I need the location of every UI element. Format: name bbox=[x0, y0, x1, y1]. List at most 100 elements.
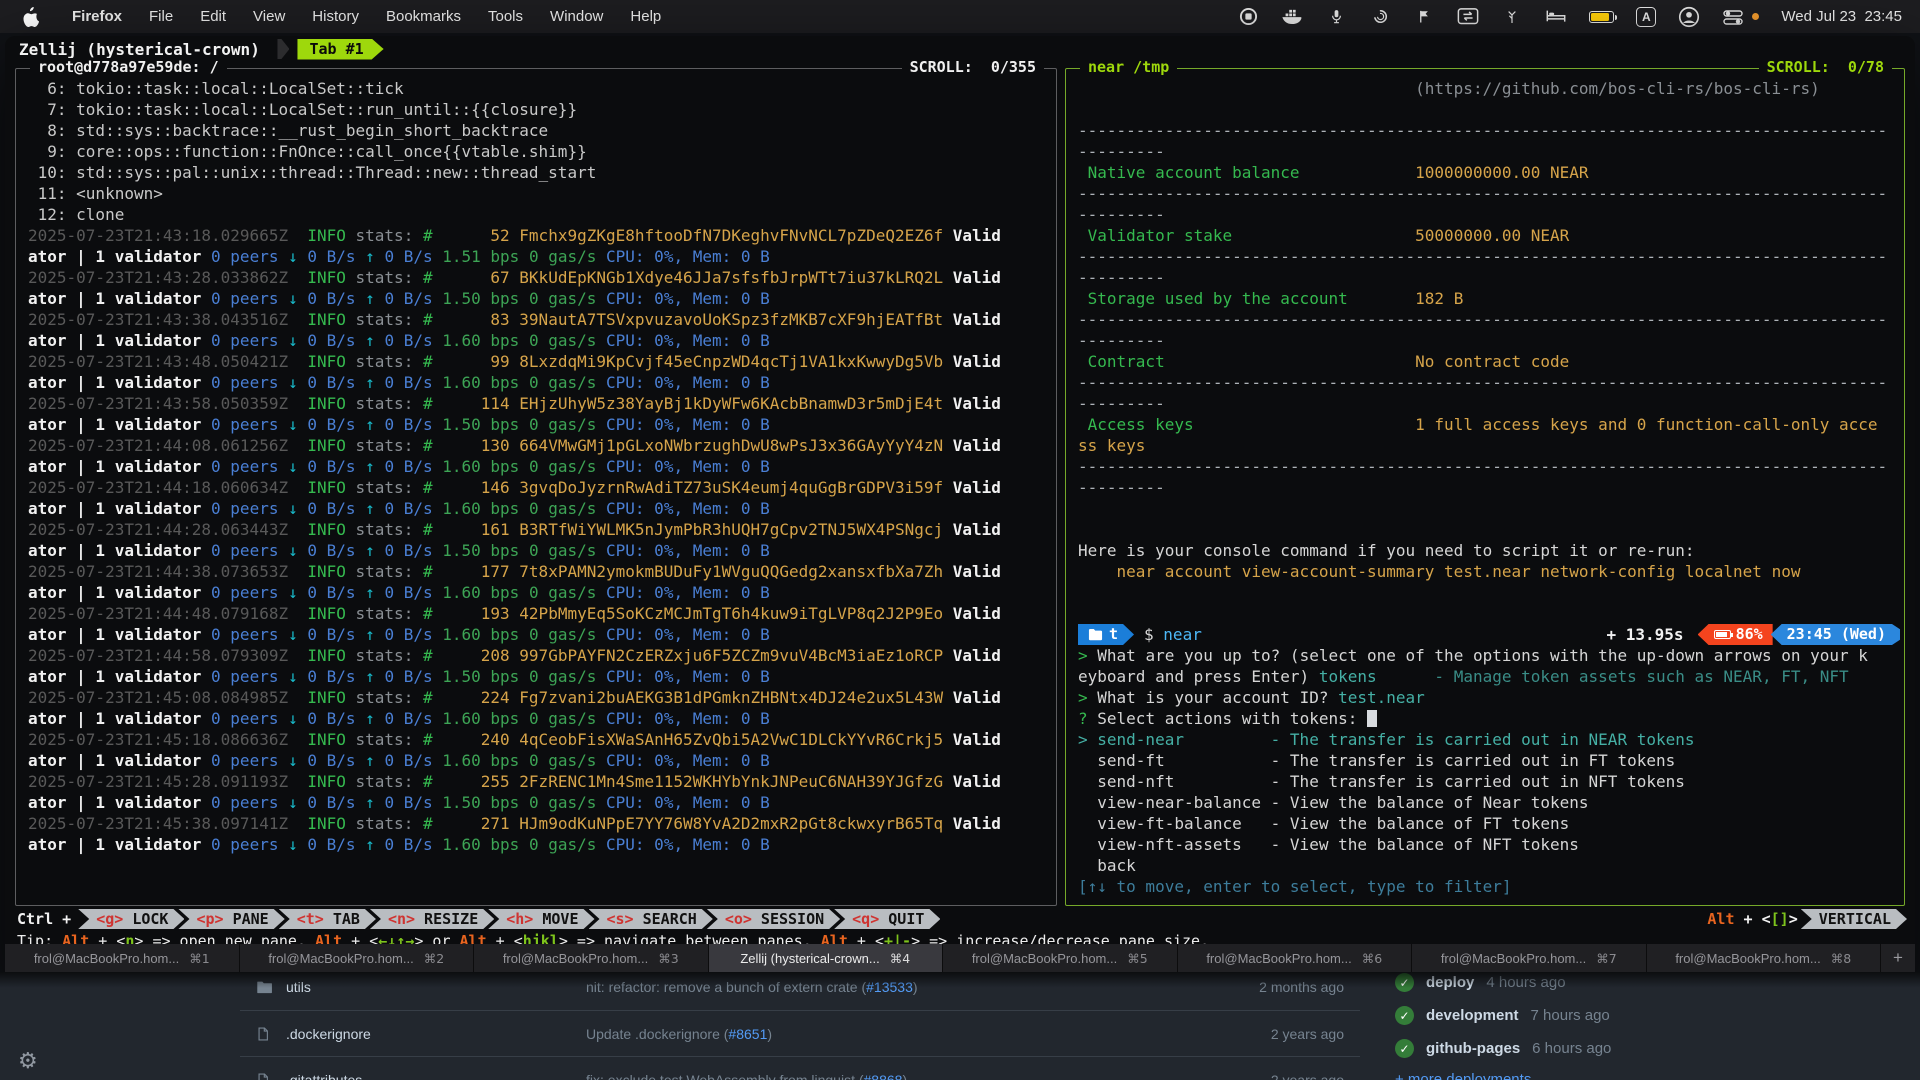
keybind-label: SEARCH bbox=[634, 910, 697, 928]
menu-bar-clock[interactable]: Wed Jul 23 23:45 bbox=[1781, 8, 1902, 25]
file-row-utils[interactable]: utilsnit: refactor: remove a bunch of ex… bbox=[240, 964, 1360, 1010]
text-segment: Valid bbox=[953, 226, 1001, 245]
text-segment: stats: bbox=[346, 394, 423, 413]
option-row-send-ft[interactable]: send-ft - The transfer is carried out in… bbox=[1078, 750, 1900, 771]
menu-item-history[interactable]: History bbox=[312, 8, 359, 25]
commit-text-suffix: ) bbox=[902, 1072, 907, 1080]
text-segment: 99 8LxzdqMi9KpCvjf45eCnpzWD4qcTj1VA1kxKw… bbox=[433, 352, 953, 371]
menu-item-help[interactable]: Help bbox=[630, 8, 661, 25]
deployment-age: 4 hours ago bbox=[1486, 974, 1565, 991]
text-segment: 0 gas/s bbox=[529, 457, 606, 476]
file-name[interactable]: .dockerignore bbox=[286, 1026, 586, 1042]
more-deployments-link[interactable]: + more deployments bbox=[1395, 1071, 1531, 1080]
text-segment: 1.50 bps bbox=[442, 793, 529, 812]
docker-icon[interactable] bbox=[1281, 7, 1303, 27]
text-segment: 2025-07-23T21:44:18.060634Z bbox=[28, 478, 288, 497]
text-segment: stats: bbox=[346, 646, 423, 665]
ctrl-prefix: Ctrl + bbox=[17, 910, 80, 928]
file-row-.gitattributes[interactable]: .gitattributesfix: exclude test WebAssem… bbox=[240, 1056, 1360, 1080]
menu-item-tools[interactable]: Tools bbox=[488, 8, 523, 25]
text-segment: ator | 1 validator bbox=[28, 415, 211, 434]
option-row-back[interactable]: back bbox=[1078, 855, 1900, 876]
text-segment: 1.50 bps bbox=[442, 289, 529, 308]
text-segment: 177 7t8xPAMN2ymokmBUDuFy1WVguQQGedg2xans… bbox=[433, 562, 953, 581]
deployment-env[interactable]: deploy bbox=[1426, 974, 1474, 991]
text-segment: # bbox=[423, 436, 433, 455]
deployment-env[interactable]: development bbox=[1426, 1007, 1519, 1024]
zellij-tab-1[interactable]: Tab #1 bbox=[297, 39, 383, 60]
file-name[interactable]: utils bbox=[286, 979, 586, 995]
text-segment: 0 peers bbox=[211, 751, 288, 770]
browser-window: utilsnit: refactor: remove a bunch of ex… bbox=[0, 972, 1920, 1080]
log-line: 2025-07-23T21:44:08.061256Z INFO stats: … bbox=[28, 435, 1052, 456]
user-account-icon[interactable] bbox=[1678, 7, 1700, 27]
record-icon[interactable] bbox=[1237, 7, 1259, 27]
text-segment: 1.60 bps bbox=[442, 499, 529, 518]
commit-pr-link[interactable]: #8868 bbox=[864, 1072, 903, 1080]
text-segment: 0 gas/s bbox=[529, 247, 606, 266]
battery-icon[interactable] bbox=[1589, 11, 1614, 23]
pane-validator-logs[interactable]: root@d778a97e59de: / SCROLL: 0/355 6: to… bbox=[15, 68, 1057, 906]
deployment-row-github-pages[interactable]: ✓github-pages6 hours ago bbox=[1395, 1032, 1875, 1065]
text-segment: 0 gas/s bbox=[529, 583, 606, 602]
keybind-label: TAB bbox=[324, 910, 360, 928]
trace-line: 9: core::ops::function::FnOnce::call_onc… bbox=[28, 141, 1052, 162]
key-letter: <q> bbox=[852, 910, 879, 928]
keybind-segment-pane: <p> PANE bbox=[178, 909, 284, 929]
new-tab-button[interactable]: + bbox=[1881, 944, 1915, 972]
file-name[interactable]: .gitattributes bbox=[286, 1072, 586, 1080]
text-segment: # bbox=[423, 772, 433, 791]
menu-item-bookmarks[interactable]: Bookmarks bbox=[386, 8, 461, 25]
commit-pr-link[interactable]: #13533 bbox=[866, 979, 913, 995]
text-segment: 0 peers bbox=[211, 835, 288, 854]
prompt-command[interactable]: near bbox=[1163, 624, 1202, 645]
text-segment: 0 gas/s bbox=[529, 625, 606, 644]
flag-icon[interactable] bbox=[1413, 7, 1435, 27]
text-segment: What is your account ID? bbox=[1088, 688, 1338, 707]
scroll-indicator: SCROLL: 0/78 bbox=[1759, 58, 1892, 76]
branch-icon[interactable] bbox=[1501, 7, 1523, 27]
terminal-tab-1[interactable]: frol@MacBookPro.hom...⌘1 bbox=[5, 944, 240, 972]
option-row-view-nft-assets[interactable]: view-nft-assets - View the balance of NF… bbox=[1078, 834, 1900, 855]
text-segment: ↓ bbox=[288, 541, 298, 560]
text-segment: 182 B bbox=[1415, 289, 1463, 308]
terminal-tab-label: frol@MacBookPro.hom... bbox=[1441, 951, 1586, 966]
terminal-tab-shortcut: ⌘7 bbox=[1596, 951, 1616, 966]
trace-line: 10: std::sys::pal::unix::thread::Thread:… bbox=[28, 162, 1052, 183]
apple-menu-icon[interactable] bbox=[22, 7, 39, 27]
menu-item-firefox[interactable]: Firefox bbox=[72, 8, 122, 25]
menu-item-edit[interactable]: Edit bbox=[200, 8, 226, 25]
settings-gear-icon[interactable]: ⚙ bbox=[18, 1049, 38, 1074]
microphone-icon[interactable] bbox=[1325, 7, 1347, 27]
option-row-view-near-balance[interactable]: view-near-balance - View the balance of … bbox=[1078, 792, 1900, 813]
menu-item-window[interactable]: Window bbox=[550, 8, 603, 25]
menu-item-view[interactable]: View bbox=[253, 8, 285, 25]
text-segment: view-ft-balance - View the balance of FT… bbox=[1078, 814, 1569, 833]
commit-pr-link[interactable]: #8651 bbox=[728, 1026, 767, 1042]
option-row-send-nft[interactable]: send-nft - The transfer is carried out i… bbox=[1078, 771, 1900, 792]
commit-message: Update .dockerignore (#8651) bbox=[586, 1026, 1214, 1042]
swirl-icon[interactable] bbox=[1369, 7, 1391, 27]
text-segment: 0 peers bbox=[211, 247, 288, 266]
option-row-send-near[interactable]: > send-near - The transfer is carried ou… bbox=[1078, 729, 1900, 750]
file-age: 2 years ago bbox=[1214, 1026, 1344, 1042]
text-segment: stats: bbox=[346, 730, 423, 749]
text-segment: ↓ bbox=[288, 331, 298, 350]
control-center-icon[interactable] bbox=[1722, 7, 1744, 27]
deployment-env[interactable]: github-pages bbox=[1426, 1040, 1520, 1057]
log-line: 2025-07-23T21:43:48.050421Z INFO stats: … bbox=[28, 351, 1052, 372]
battery-status-segment: 86% bbox=[1698, 624, 1773, 645]
window-swap-icon[interactable] bbox=[1457, 7, 1479, 27]
deployment-row-development[interactable]: ✓development7 hours ago bbox=[1395, 999, 1875, 1032]
log-line-wrap: ator | 1 validator 0 peers ↓ 0 B/s ↑ 0 B… bbox=[28, 540, 1052, 561]
text-segment: Valid bbox=[953, 310, 1001, 329]
option-row-view-ft-balance[interactable]: view-ft-balance - View the balance of FT… bbox=[1078, 813, 1900, 834]
input-source-icon[interactable]: A bbox=[1636, 7, 1656, 27]
pane-near-cli[interactable]: near /tmp SCROLL: 0/78 (https://github.c… bbox=[1065, 68, 1905, 906]
text-segment: 67 BKkUdEpKNGb1Xdye46JJa7sfsfbJrpWTt7iu3… bbox=[433, 268, 953, 287]
menu-item-file[interactable]: File bbox=[149, 8, 173, 25]
deployment-row-deploy[interactable]: ✓deploy4 hours ago bbox=[1395, 966, 1875, 999]
bed-icon[interactable] bbox=[1545, 7, 1567, 27]
log-line-wrap: ator | 1 validator 0 peers ↓ 0 B/s ↑ 0 B… bbox=[28, 288, 1052, 309]
file-row-.dockerignore[interactable]: .dockerignoreUpdate .dockerignore (#8651… bbox=[240, 1010, 1360, 1056]
